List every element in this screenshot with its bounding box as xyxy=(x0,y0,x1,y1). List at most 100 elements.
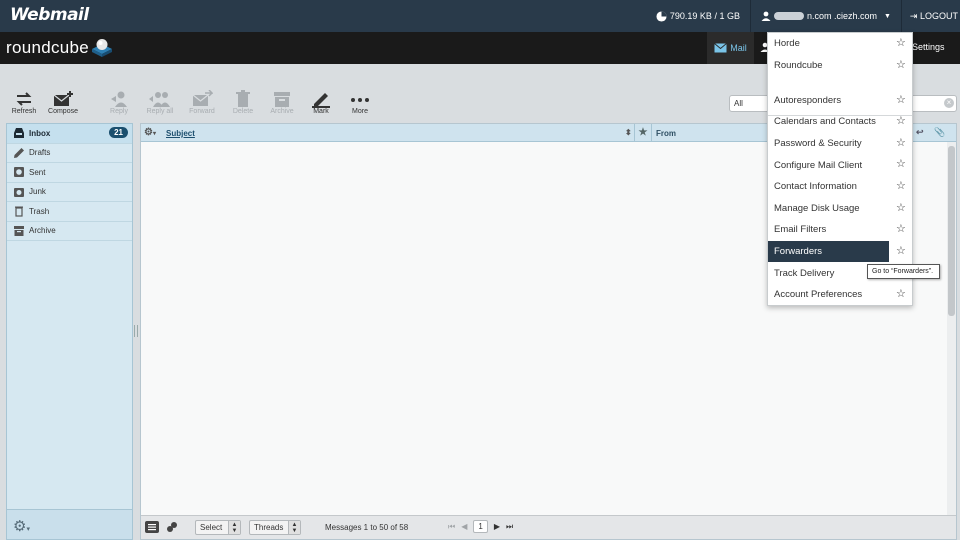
menu-item-email-filters[interactable]: Email Filters xyxy=(768,219,912,241)
menu-item-label: Manage Disk Usage xyxy=(774,202,860,214)
menu-item-manage-disk-usage[interactable]: Manage Disk Usage xyxy=(768,198,912,220)
folder-drafts[interactable]: Drafts xyxy=(7,144,132,163)
disk-usage[interactable]: 790.19 KB / 1 GB xyxy=(646,10,750,22)
menu-item-account-preferences[interactable]: Account Preferences xyxy=(768,284,912,306)
folder-inbox[interactable]: Inbox 21 xyxy=(7,124,132,144)
favorite-star-icon[interactable]: ☆ xyxy=(896,37,906,49)
user-icon xyxy=(761,11,771,21)
disk-usage-text: 790.19 KB / 1 GB xyxy=(669,11,740,21)
reply-icon xyxy=(111,91,127,107)
replied-status-column-icon[interactable]: ↩ xyxy=(916,127,924,138)
message-list-footer: Select ▲ ▼ Threads ▲ ▼ Messages 1 to 50 of… xyxy=(141,515,956,539)
folder-archive[interactable]: Archive xyxy=(7,222,132,241)
compose-label: Compose xyxy=(48,108,78,115)
favorite-star-icon[interactable]: ☆ xyxy=(896,288,906,300)
menu-item-password-security[interactable]: Password & Security xyxy=(768,133,912,155)
last-page-icon[interactable]: ⏭ xyxy=(506,522,513,532)
caret-down-icon: ▼ xyxy=(883,12,891,20)
mark-label: Mark xyxy=(313,108,329,115)
logout-label: LOGOUT xyxy=(919,10,958,21)
menu-item-forwarders[interactable]: Forwarders xyxy=(768,240,889,263)
favorite-star-icon[interactable]: ☆ xyxy=(896,223,906,235)
menu-item-label: Password & Security xyxy=(774,138,862,150)
select-dropdown[interactable]: Select ▲ ▼ xyxy=(195,520,241,535)
menu-item-horde[interactable]: Horde xyxy=(768,33,912,55)
reply-button[interactable]: Reply xyxy=(99,90,139,115)
menu-item-autoresponders[interactable]: Autoresponders xyxy=(768,90,912,112)
reply-all-label: Reply all xyxy=(146,108,174,115)
nav-mail[interactable]: Mail xyxy=(707,32,754,64)
inbox-icon xyxy=(14,128,24,138)
forward-label: Forward xyxy=(189,108,215,115)
mark-button[interactable]: Mark xyxy=(301,90,341,115)
menu-item-label: Roundcube xyxy=(774,59,823,71)
folder-settings-gear-icon[interactable]: ⚙▾ xyxy=(13,517,30,535)
menu-item-label: Track Delivery xyxy=(774,267,835,279)
attachment-column-icon[interactable]: 📎 xyxy=(934,127,945,138)
delete-button[interactable]: Delete xyxy=(223,90,263,115)
threads-dropdown[interactable]: Threads ▲ ▼ xyxy=(249,520,301,535)
more-button[interactable]: More xyxy=(340,90,380,115)
user-menu-toggle[interactable]: n.com .ciezh.com ▼ xyxy=(751,11,901,21)
menu-item-roundcube[interactable]: Roundcube xyxy=(768,55,912,77)
mark-pen-icon xyxy=(312,93,330,108)
roundcube-logo[interactable]: roundcube xyxy=(6,38,89,58)
more-label: More xyxy=(352,108,368,115)
prev-page-icon[interactable]: ◀ xyxy=(461,522,467,531)
menu-item-label: Account Preferences xyxy=(774,289,863,301)
folder-trash[interactable]: Trash xyxy=(7,202,132,222)
favorite-star-icon[interactable]: ☆ xyxy=(896,245,906,257)
favorite-star-icon[interactable]: ☆ xyxy=(896,115,906,127)
nav-settings[interactable]: Settings xyxy=(912,42,945,52)
forward-button[interactable]: Forward xyxy=(182,90,222,115)
column-from[interactable]: From xyxy=(656,129,676,138)
first-page-icon[interactable]: ⏮ xyxy=(448,522,455,532)
pagination: ⏮ ◀ 1 ▶ ⏭ xyxy=(448,520,513,533)
pencil-icon xyxy=(14,147,24,158)
pie-chart-icon xyxy=(656,10,667,22)
delete-label: Delete xyxy=(232,108,254,115)
folder-list-footer: ⚙▾ xyxy=(7,509,132,539)
select-dropdown-label: Select xyxy=(200,523,223,532)
compose-button[interactable]: Compose xyxy=(43,90,83,115)
menu-item-contact-information[interactable]: Contact Information xyxy=(768,176,912,198)
menu-item-label: Calendars and Contacts xyxy=(774,116,876,128)
page-number-input[interactable]: 1 xyxy=(473,520,488,533)
panel-splitter[interactable] xyxy=(134,325,138,337)
list-options-gear-icon[interactable]: ⚙▾ xyxy=(144,127,156,138)
threads-toggle-icon[interactable] xyxy=(165,521,179,533)
favorite-star-icon[interactable]: ☆ xyxy=(896,180,906,192)
column-subject[interactable]: Subject xyxy=(166,129,195,138)
favorite-star-icon[interactable]: ☆ xyxy=(896,94,906,106)
sort-arrows-icon[interactable]: ⬍ xyxy=(625,128,632,137)
folder-junk[interactable]: Junk xyxy=(7,183,132,202)
reply-all-button[interactable]: Reply all xyxy=(140,90,180,115)
logout-button[interactable]: ⇥ LOGOUT xyxy=(902,11,960,22)
archive-label: Archive xyxy=(270,108,294,115)
favorite-star-icon[interactable]: ☆ xyxy=(896,158,906,170)
flag-star-column-icon[interactable]: ★ xyxy=(634,124,652,142)
forwarders-tooltip: Go to “Forwarders”. xyxy=(867,264,940,279)
folder-sent[interactable]: Sent xyxy=(7,163,132,183)
favorite-star-icon[interactable]: ☆ xyxy=(896,202,906,214)
refresh-button[interactable]: Refresh xyxy=(4,90,44,115)
reply-label: Reply xyxy=(110,108,128,115)
menu-item-label: Configure Mail Client xyxy=(774,159,863,171)
archive-button[interactable]: Archive xyxy=(262,90,302,115)
archive-icon xyxy=(274,92,290,107)
favorite-star-icon[interactable]: ☆ xyxy=(896,59,906,71)
roundcube-cube-icon xyxy=(92,39,112,57)
next-page-icon[interactable]: ▶ xyxy=(494,522,500,531)
webmail-logo[interactable]: Webmail xyxy=(10,5,89,25)
cpanel-top-bar: Webmail 790.19 KB / 1 GB n.com .ciezh.co… xyxy=(0,0,960,32)
menu-item-configure-mail-client[interactable]: Configure Mail Client xyxy=(768,154,912,176)
user-email: n.com .ciezh.com xyxy=(806,11,877,21)
list-scrollbar-thumb[interactable] xyxy=(948,146,955,316)
redacted-username xyxy=(773,12,804,20)
favorite-star-icon[interactable]: ☆ xyxy=(896,137,906,149)
refresh-label: Refresh xyxy=(11,108,37,115)
search-clear-icon[interactable]: × xyxy=(944,98,954,108)
threads-arrows-icon: ▲ ▼ xyxy=(288,521,300,534)
menu-item-calendars-contacts[interactable]: Calendars and Contacts xyxy=(768,111,912,133)
list-view-icon[interactable] xyxy=(145,521,159,533)
